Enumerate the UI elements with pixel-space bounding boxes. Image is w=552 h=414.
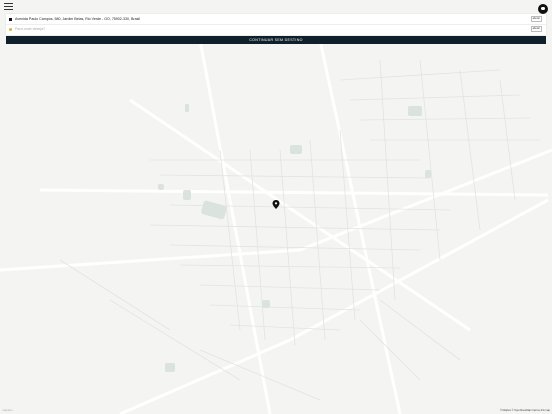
- origin-address: Avenida Paulo Campos, 580, Jardim Belas,…: [15, 17, 140, 21]
- destination-dot-icon: [9, 27, 12, 31]
- change-destination-button[interactable]: alterar: [530, 26, 542, 32]
- hamburger-icon[interactable]: [4, 3, 13, 10]
- map-attribution[interactable]: © Mapbox © OpenStreetMap Improve this ma…: [500, 409, 550, 412]
- mapbox-logo: mapbox: [2, 408, 13, 412]
- origin-square-icon: [9, 17, 12, 21]
- account-icon[interactable]: [538, 4, 548, 14]
- destination-row[interactable]: alterar: [6, 24, 546, 34]
- route-panel: Avenida Paulo Campos, 580, Jardim Belas,…: [6, 14, 546, 35]
- destination-input[interactable]: [15, 27, 531, 31]
- map-canvas[interactable]: [0, 0, 552, 414]
- continue-without-destination-button[interactable]: CONTINUAR SEM DESTINO: [6, 36, 546, 44]
- change-origin-button[interactable]: alterar: [530, 16, 542, 22]
